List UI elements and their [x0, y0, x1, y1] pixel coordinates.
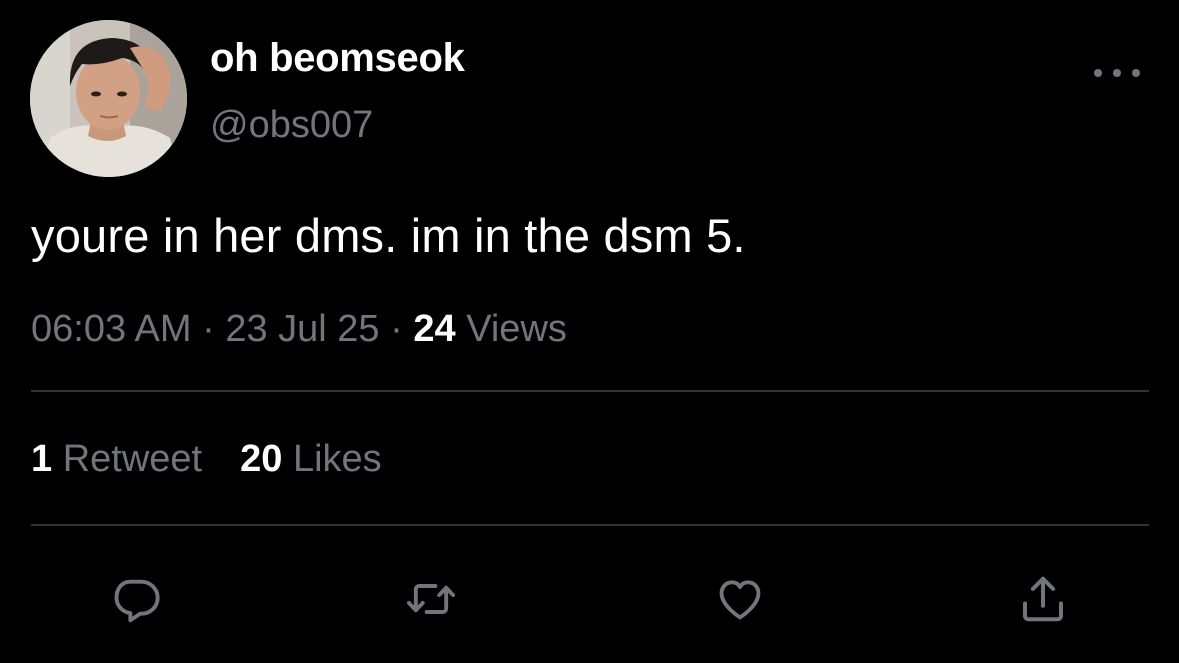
tweet-stats: 1 Retweet 20 Likes	[31, 438, 382, 481]
more-horizontal-icon[interactable]	[1094, 62, 1140, 84]
tweet-date[interactable]: 23 Jul 25	[225, 308, 379, 350]
avatar-photo-icon	[30, 20, 187, 177]
tweet-text: youre in her dms. im in the dsm 5.	[31, 209, 746, 262]
tweet-meta: 06:03 AM · 23 Jul 25 · 24 Views	[31, 308, 567, 351]
retweets-stat[interactable]: 1 Retweet	[31, 438, 202, 480]
retweet-icon	[406, 584, 456, 614]
meta-separator: ·	[202, 308, 215, 350]
more-dot	[1132, 69, 1140, 77]
views-label: Views	[466, 308, 567, 350]
share-button[interactable]	[1014, 570, 1072, 628]
share-icon	[1022, 576, 1064, 622]
divider	[31, 524, 1149, 526]
author-display-name[interactable]: oh beomseok	[210, 36, 465, 81]
like-button[interactable]	[711, 570, 769, 628]
likes-stat[interactable]: 20 Likes	[240, 438, 382, 480]
views-count: 24	[413, 308, 456, 350]
reply-button[interactable]	[107, 570, 165, 628]
more-dot	[1094, 69, 1102, 77]
reply-icon	[114, 579, 160, 623]
retweet-button[interactable]	[402, 570, 460, 628]
likes-count: 20	[240, 438, 283, 480]
likes-label: Likes	[292, 438, 382, 480]
retweets-label: Retweet	[62, 438, 203, 480]
meta-separator: ·	[390, 308, 403, 350]
tweet-time[interactable]: 06:03 AM	[31, 308, 192, 350]
more-dot	[1113, 69, 1121, 77]
avatar[interactable]	[30, 20, 187, 177]
heart-icon	[719, 580, 761, 620]
tweet-card: oh beomseok @obs007 youre in her dms. im…	[0, 0, 1179, 663]
author-handle[interactable]: @obs007	[210, 104, 373, 147]
retweets-count: 1	[31, 438, 53, 480]
divider	[31, 390, 1149, 392]
